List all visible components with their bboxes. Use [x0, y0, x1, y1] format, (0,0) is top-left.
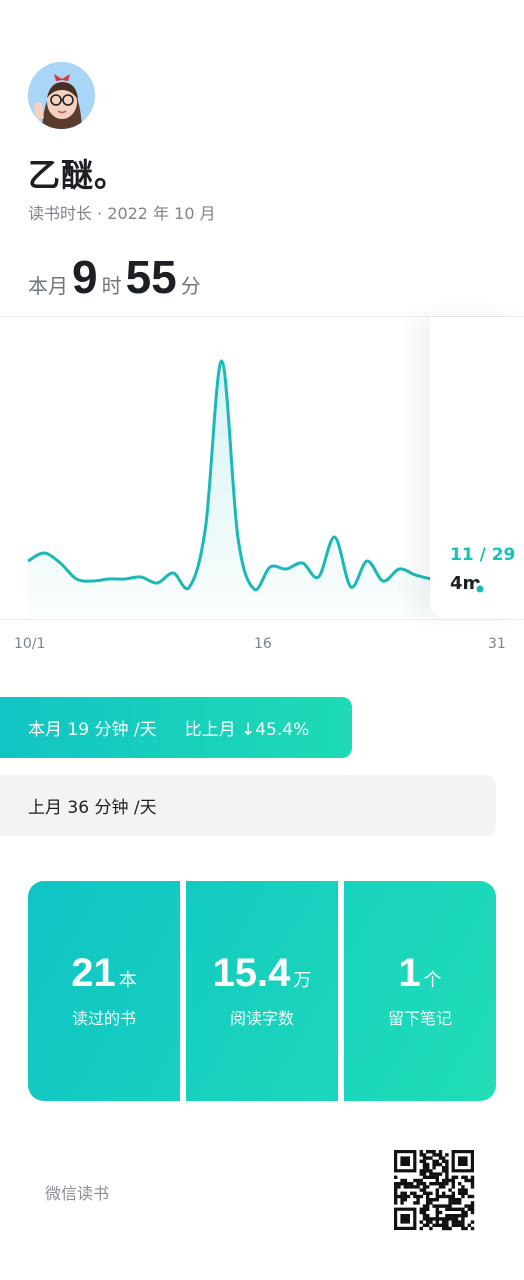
stat-unit: 个 [423, 970, 442, 991]
stat-label: 读过的书 [71, 1009, 136, 1028]
stat-number: 21 [71, 951, 116, 995]
reading-stats-panel: 21 本 读过的书 15.4 万 阅读字数 1个 留下笔记 [28, 881, 496, 1101]
x-tick-label: 31 [488, 636, 506, 652]
chart-area-fill [28, 360, 480, 617]
total-prefix: 本月 [28, 274, 68, 298]
stat-notes[interactable]: 1个 留下笔记 [338, 881, 496, 1101]
x-tick-label: 10/1 [14, 636, 46, 652]
qr-code [390, 1146, 478, 1234]
stat-number: 15.4 [212, 951, 291, 995]
avatar[interactable] [28, 62, 95, 129]
this-month-average: 本月 19 分钟 /天 [28, 720, 157, 740]
selected-day-tooltip: 11 / 29 4m [430, 317, 524, 617]
daily-reading-chart[interactable]: 11 / 29 4m [0, 316, 524, 620]
total-minutes: 55 [125, 251, 177, 303]
change-vs-last-month: 比上月 ↓45.4% [184, 720, 310, 740]
user-name: 乙醚。 [28, 156, 128, 194]
stat-label: 留下笔记 [387, 1009, 452, 1028]
tooltip-marker-layer [473, 582, 487, 596]
qr-code-image [394, 1150, 475, 1231]
stat-unit: 本 [118, 970, 137, 991]
stat-label: 阅读字数 [229, 1009, 294, 1028]
stat-books-read[interactable]: 21 本 读过的书 [28, 881, 180, 1101]
x-tick-label: 16 [254, 636, 272, 652]
brand-name: 微信读书 [45, 1184, 110, 1203]
highlight-point-marker [473, 582, 487, 596]
stat-words-read[interactable]: 15.4 万 阅读字数 [180, 881, 338, 1101]
stat-number: 1 [398, 951, 421, 995]
this-month-average-bar: 本月 19 分钟 /天 比上月 ↓45.4% [0, 697, 352, 758]
stat-unit: 万 [293, 970, 312, 991]
hours-unit: 时 [101, 274, 122, 298]
last-month-average-bar: 上月 36 分钟 /天 [0, 775, 496, 836]
monthly-total-reading-time: 本月 9 时 55 分 [28, 250, 201, 304]
report-subtitle: 读书时长 · 2022 年 10 月 [28, 204, 216, 223]
last-month-average: 上月 36 分钟 /天 [28, 798, 157, 818]
total-hours: 9 [72, 251, 98, 303]
avatar-image [28, 62, 95, 129]
minutes-unit: 分 [180, 274, 201, 298]
reading-time-series-line [27, 359, 481, 592]
